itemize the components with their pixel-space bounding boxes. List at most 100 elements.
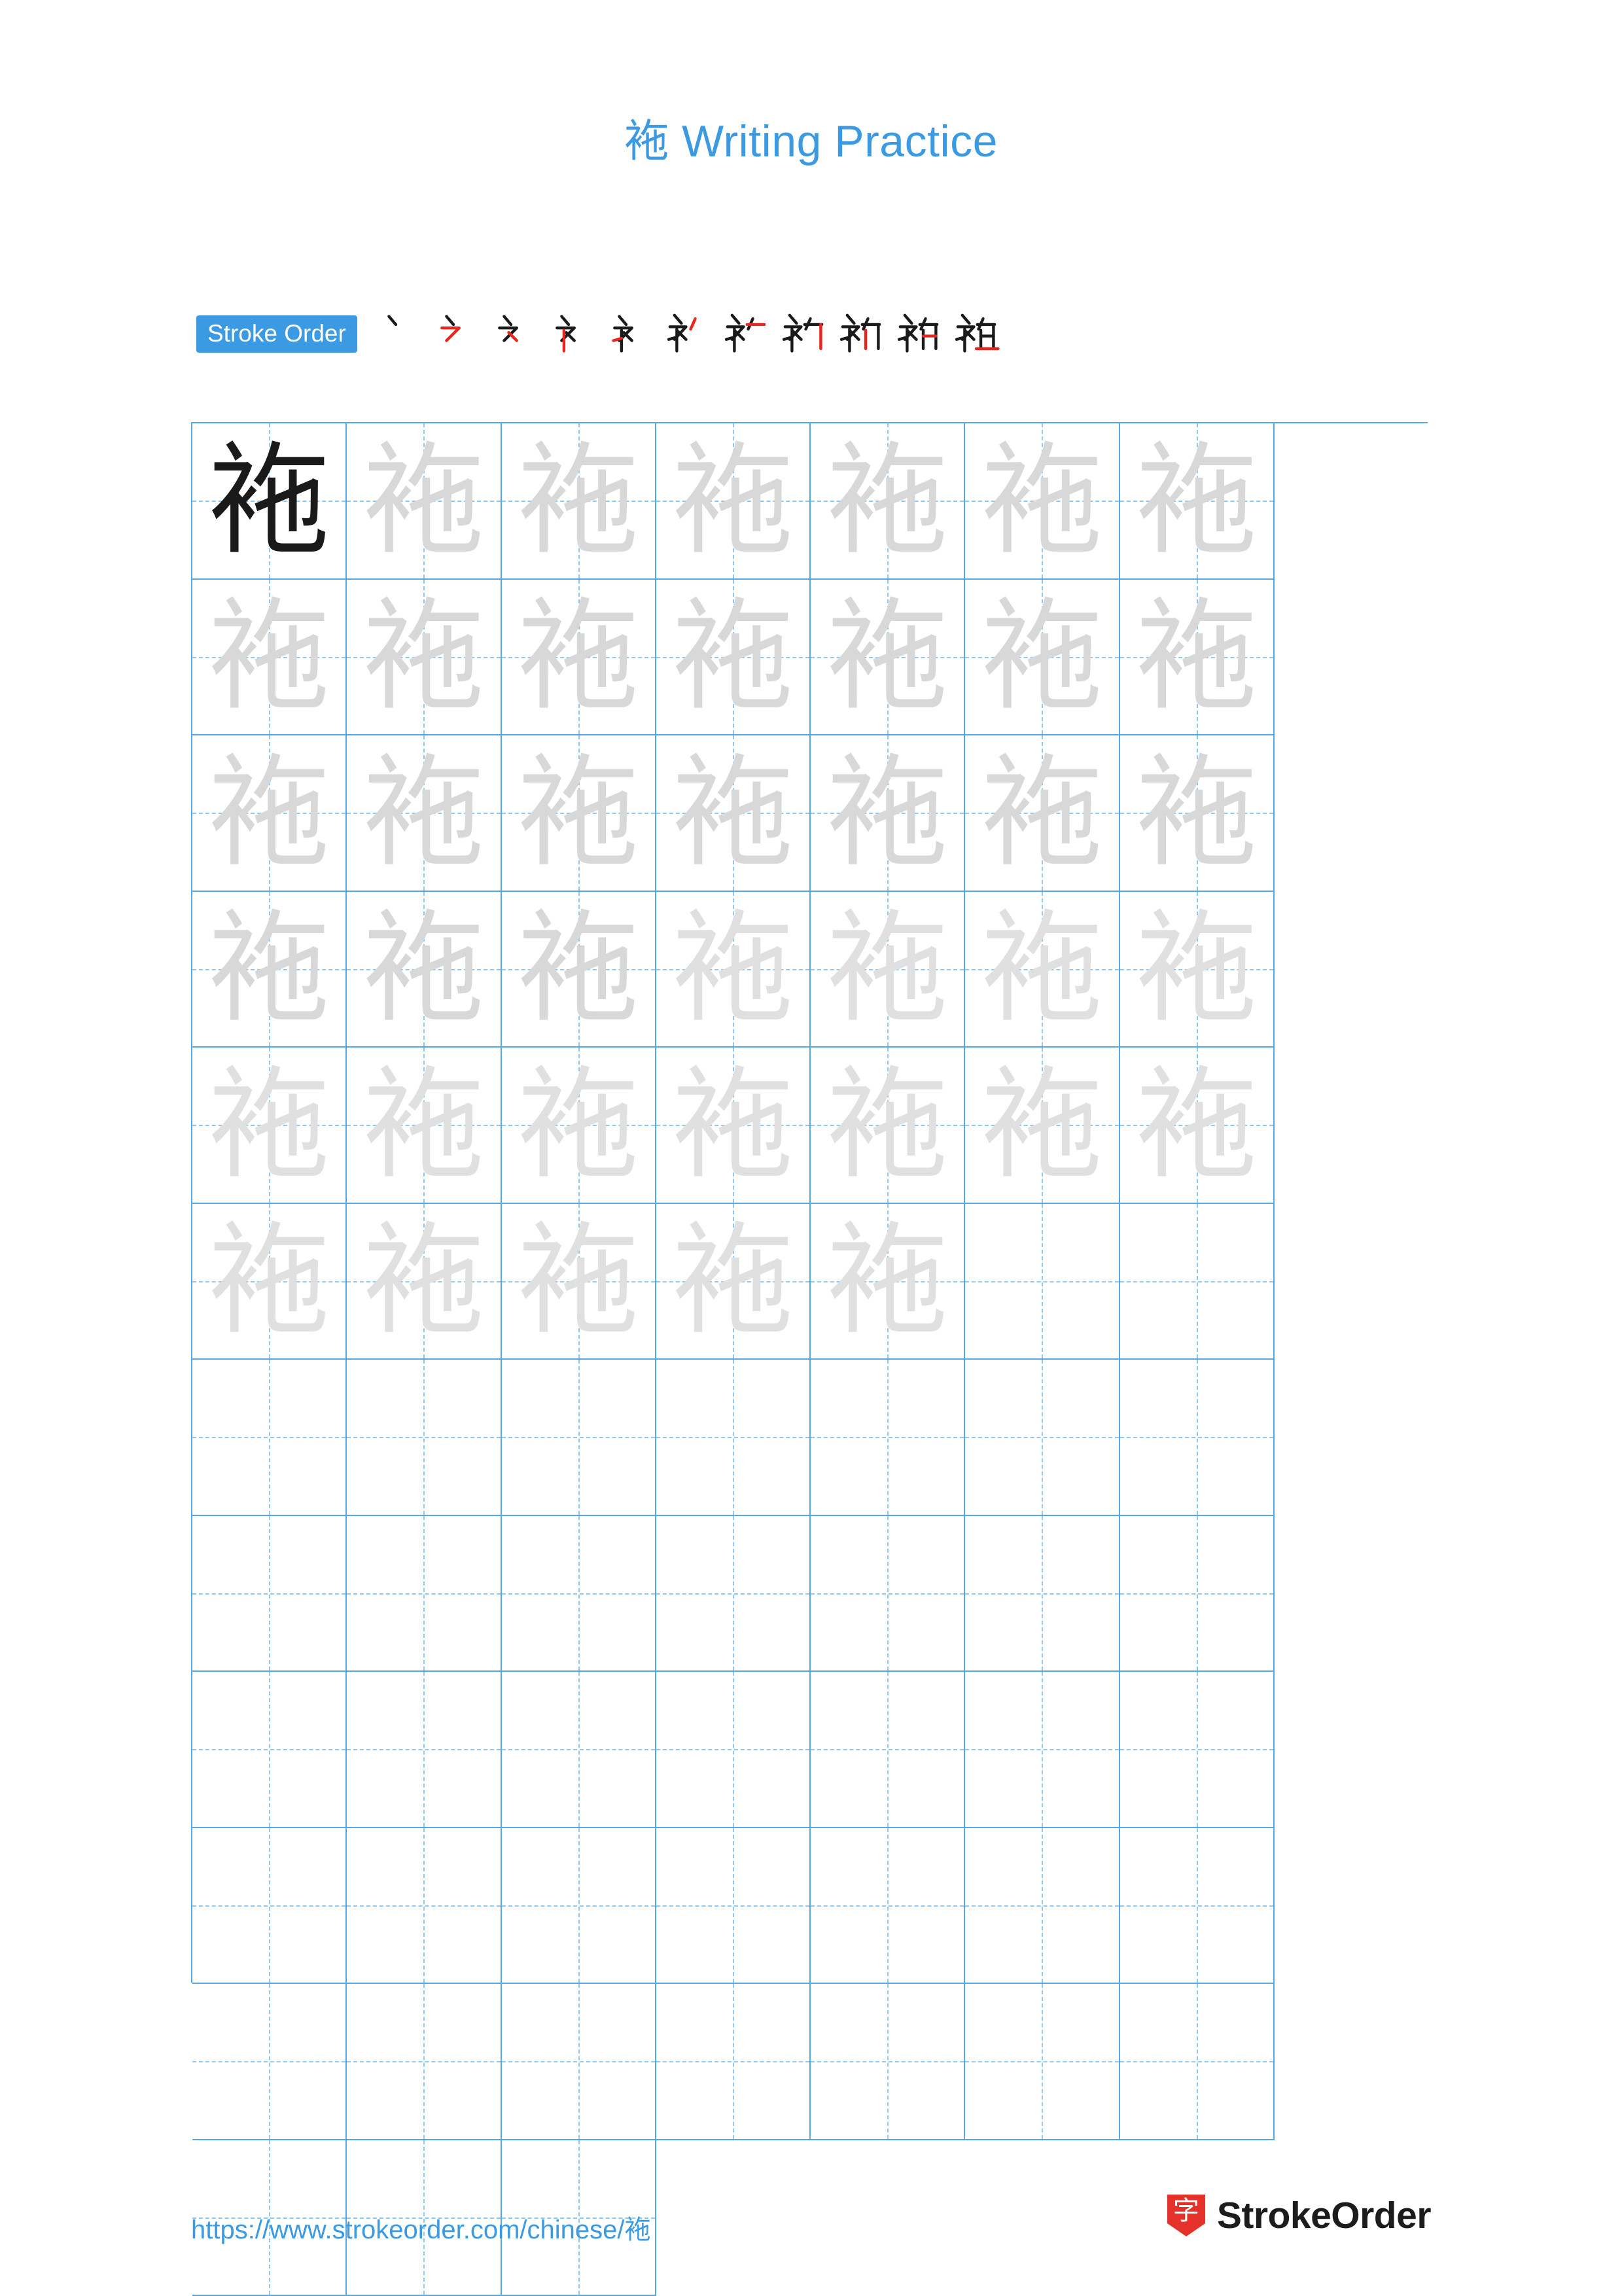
practice-cell: 袘	[192, 892, 347, 1048]
tracing-character: 袘	[192, 892, 345, 1047]
practice-cell: 袘	[1120, 1048, 1275, 1204]
tracing-character: 袘	[192, 580, 345, 735]
footer-url[interactable]: https://www.strokeorder.com/chinese/袘	[191, 2208, 651, 2246]
tracing-character: 袘	[656, 735, 809, 891]
practice-cell: 袘	[192, 580, 347, 736]
practice-cell	[1120, 1360, 1275, 1516]
cell-guide-vertical	[578, 1672, 580, 1827]
practice-cell: 袘	[192, 735, 347, 892]
practice-cell	[656, 1360, 811, 1516]
cell-guide-vertical	[578, 1360, 580, 1515]
brand-name: StrokeOrder	[1217, 2194, 1431, 2237]
footer-brand[interactable]: 字 StrokeOrder	[1166, 2193, 1431, 2238]
footer-url-prefix: https://www.strokeorder.com/chinese/	[191, 2216, 625, 2244]
practice-cell: 袘	[656, 1204, 811, 1360]
practice-grid: 袘袘袘袘袘袘袘袘袘袘袘袘袘袘袘袘袘袘袘袘袘袘袘袘袘袘袘袘袘袘袘袘袘袘袘袘袘袘袘袘	[191, 422, 1428, 1983]
practice-cell: 袘	[502, 735, 656, 892]
cell-guide-vertical	[269, 1984, 270, 2139]
practice-cell: 袘	[965, 580, 1120, 736]
practice-cell: 袘	[811, 580, 965, 736]
practice-cell: 袘	[192, 423, 347, 580]
practice-cell: 袘	[656, 580, 811, 736]
practice-cell	[1120, 1672, 1275, 1828]
tracing-character: 袘	[656, 892, 809, 1047]
cell-guide-vertical	[1197, 1204, 1198, 1359]
stroke-step-3	[487, 305, 544, 362]
stroke-step-1	[372, 305, 429, 362]
practice-cell: 袘	[965, 892, 1120, 1048]
tracing-character: 袘	[502, 423, 655, 578]
practice-cell: 袘	[347, 1204, 501, 1360]
practice-cell: 袘	[502, 580, 656, 736]
practice-cell	[965, 1204, 1120, 1360]
practice-cell	[811, 1984, 965, 2140]
tracing-character: 袘	[192, 1204, 345, 1359]
cell-guide-vertical	[269, 1828, 270, 1983]
tracing-character: 袘	[502, 1204, 655, 1359]
strokeorder-logo-icon: 字	[1166, 2193, 1207, 2238]
practice-cell	[502, 1516, 656, 1672]
cell-guide-vertical	[1042, 1204, 1043, 1359]
stroke-step-2	[429, 305, 487, 362]
cell-guide-vertical	[578, 1984, 580, 2139]
practice-cell	[965, 1672, 1120, 1828]
practice-cell: 袘	[502, 892, 656, 1048]
stroke-step-9	[832, 305, 890, 362]
practice-cell	[192, 1984, 347, 2140]
practice-cell: 袘	[965, 735, 1120, 892]
cell-guide-vertical	[887, 1984, 889, 2139]
cell-guide-vertical	[1197, 1984, 1198, 2139]
tracing-character: 袘	[192, 735, 345, 891]
cell-guide-vertical	[733, 1672, 734, 1827]
practice-cell	[811, 1828, 965, 1985]
practice-cell: 袘	[811, 1048, 965, 1204]
tracing-character: 袘	[347, 892, 500, 1047]
tracing-character: 袘	[965, 892, 1118, 1047]
stroke-step-4	[544, 305, 602, 362]
tracing-character: 袘	[1120, 423, 1273, 578]
tracing-character: 袘	[965, 1048, 1118, 1203]
practice-cell	[192, 1360, 347, 1516]
practice-cell	[656, 1984, 811, 2140]
tracing-character: 袘	[656, 580, 809, 735]
practice-cell	[502, 1672, 656, 1828]
practice-cell: 袘	[811, 1204, 965, 1360]
practice-cell	[1120, 1984, 1275, 2140]
cell-guide-vertical	[733, 1516, 734, 1671]
tracing-character: 袘	[347, 580, 500, 735]
stroke-order-section: Stroke Order	[196, 304, 1439, 363]
footer-url-character: 袘	[625, 2215, 651, 2245]
tracing-character: 袘	[347, 1204, 500, 1359]
practice-cell	[1120, 1204, 1275, 1360]
cell-guide-vertical	[1042, 1984, 1043, 2139]
tracing-character: 袘	[347, 735, 500, 891]
cell-guide-vertical	[578, 1516, 580, 1671]
tracing-character: 袘	[1120, 580, 1273, 735]
tracing-character: 袘	[1120, 735, 1273, 891]
stroke-step-11	[947, 305, 1005, 362]
logo-character: 字	[1166, 2195, 1207, 2227]
practice-cell: 袘	[656, 892, 811, 1048]
stroke-step-10	[890, 305, 947, 362]
practice-cell	[1120, 1516, 1275, 1672]
practice-cell: 袘	[347, 1048, 501, 1204]
cell-guide-vertical	[1042, 1360, 1043, 1515]
stroke-step-6	[660, 305, 717, 362]
cell-guide-vertical	[1042, 1516, 1043, 1671]
tracing-character: 袘	[811, 735, 964, 891]
tracing-character: 袘	[347, 423, 500, 578]
practice-cell	[811, 1516, 965, 1672]
tracing-character: 袘	[656, 423, 809, 578]
tracing-character: 袘	[502, 735, 655, 891]
tracing-character: 袘	[192, 1048, 345, 1203]
tracing-character: 袘	[965, 423, 1118, 578]
cell-guide-vertical	[269, 1360, 270, 1515]
page-title-suffix: Writing Practice	[669, 116, 998, 166]
stroke-step-5	[602, 305, 660, 362]
practice-cell	[502, 1360, 656, 1516]
tracing-character: 袘	[811, 892, 964, 1047]
practice-cell	[965, 1516, 1120, 1672]
practice-cell: 袘	[811, 735, 965, 892]
practice-cell	[502, 1984, 656, 2140]
cell-guide-vertical	[887, 1360, 889, 1515]
